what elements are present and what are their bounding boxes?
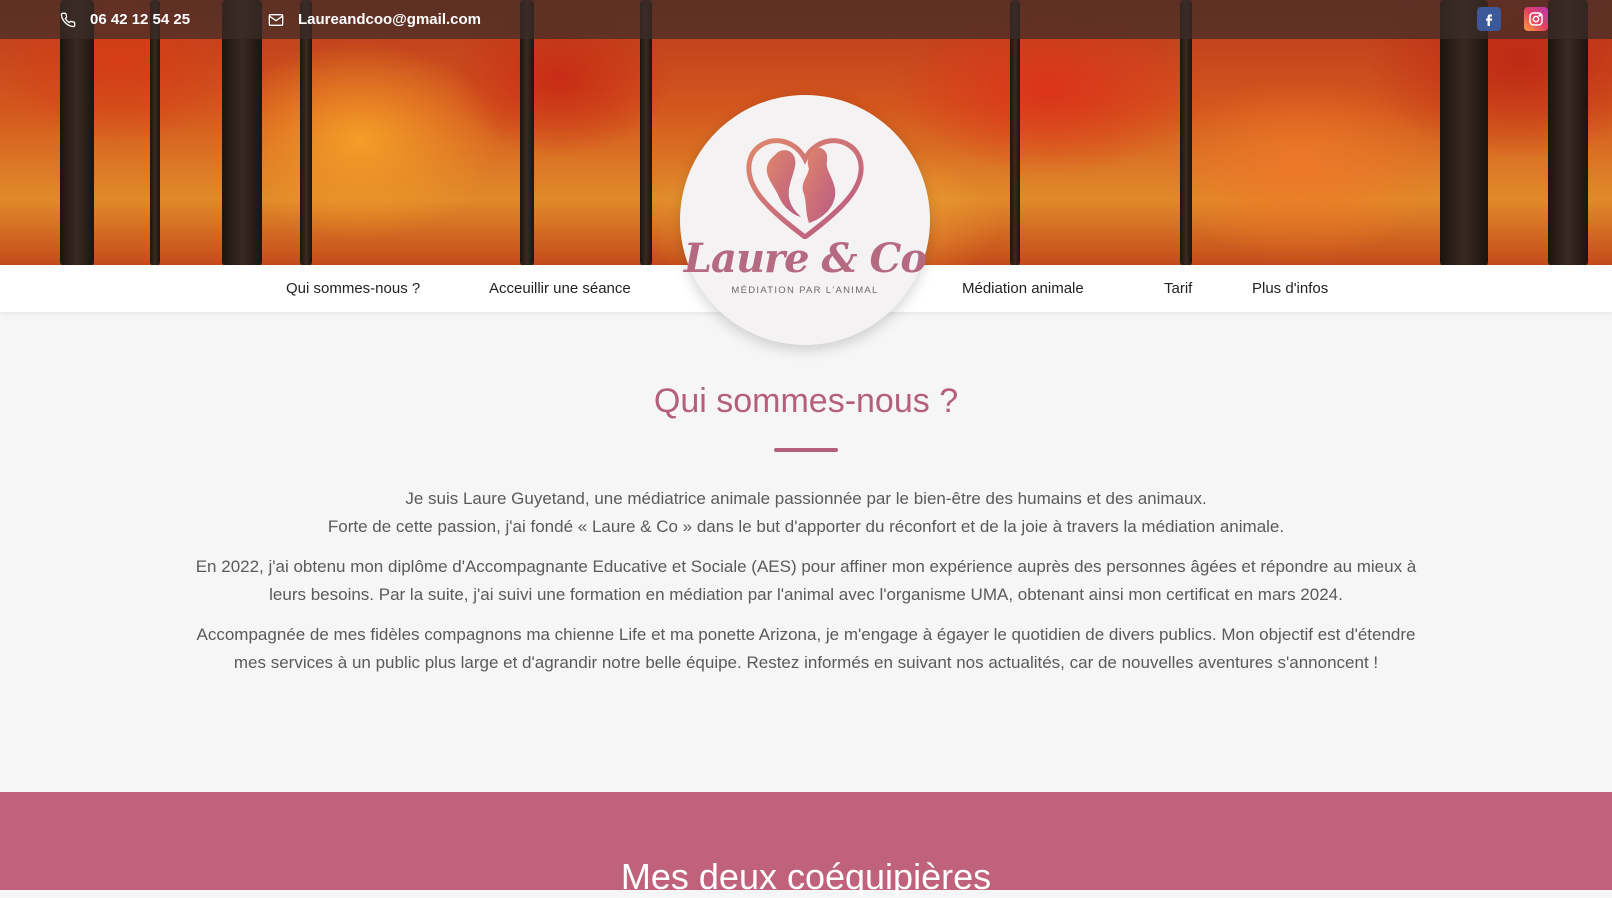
site-logo[interactable]: Laure & Co MÉDIATION PAR L'ANIMAL (680, 95, 930, 345)
about-paragraph-3: En 2022, j'ai obtenu mon diplôme d'Accom… (195, 557, 1417, 604)
nav-item-tarif[interactable]: Tarif (1164, 265, 1192, 312)
nav-item-acceuillir-une-seance[interactable]: Acceuillir une séance (489, 265, 631, 312)
email-address: Laureandcoo@gmail.com (298, 11, 481, 28)
section-title: Qui sommes-nous ? (653, 382, 959, 420)
facebook-icon[interactable] (1477, 7, 1501, 31)
heart-logo-icon (746, 138, 864, 239)
nav-item-mediation-animale[interactable]: Médiation animale (962, 265, 1084, 312)
email-contact[interactable]: Laureandcoo@gmail.com (268, 0, 481, 39)
about-paragraph-2: Forte de cette passion, j'ai fondé « Lau… (327, 517, 1285, 536)
team-title: Mes deux coéquipières (620, 856, 992, 897)
phone-icon (60, 12, 76, 27)
about-paragraph-4: Accompagnée de mes fidèles compagnons ma… (196, 625, 1416, 672)
phone-number: 06 42 12 54 25 (90, 11, 191, 28)
nav-item-plus-d-infos[interactable]: Plus d'infos (1252, 265, 1328, 312)
mail-icon (268, 13, 284, 26)
title-divider (774, 448, 838, 452)
nav-item-qui-sommes-nous[interactable]: Qui sommes-nous ? (286, 265, 420, 312)
contact-bar: 06 42 12 54 25 Laureandcoo@gmail.com (0, 0, 1612, 39)
about-paragraph-1: Je suis Laure Guyetand, une médiatrice a… (405, 489, 1207, 508)
phone-contact[interactable]: 06 42 12 54 25 (60, 0, 190, 39)
logo-title: Laure & Co (683, 235, 927, 282)
instagram-icon[interactable] (1524, 7, 1548, 31)
logo-subtitle: MÉDIATION PAR L'ANIMAL (731, 285, 879, 296)
